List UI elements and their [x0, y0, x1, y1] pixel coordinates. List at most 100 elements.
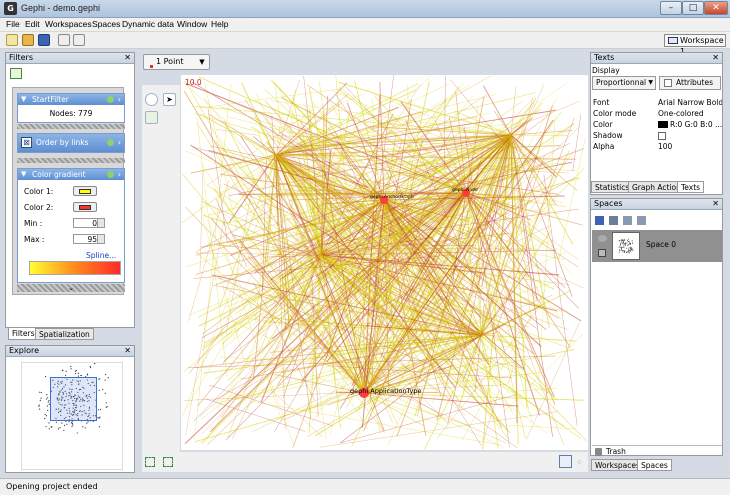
thumbnail-dot	[623, 246, 625, 248]
minimap[interactable]	[21, 362, 123, 470]
tab-workspaces[interactable]: Workspaces	[591, 459, 644, 471]
spline-link[interactable]: Spline...	[86, 251, 116, 260]
property-value[interactable]: One-colored	[658, 109, 722, 118]
graph-edge	[272, 391, 323, 438]
minimap-dot	[102, 388, 104, 391]
point-size-icon	[150, 65, 153, 68]
filter-separator	[17, 124, 125, 129]
close-icon[interactable]: ✕	[124, 346, 131, 356]
color-gradient-header[interactable]: ▼ Color gradient ›	[18, 169, 124, 180]
minimap-viewport[interactable]	[50, 377, 97, 421]
collapse-arrow-icon[interactable]: ▼	[21, 169, 26, 180]
shadow-checkbox[interactable]	[658, 132, 666, 140]
redo-icon[interactable]	[73, 34, 85, 46]
toggle-icon[interactable]	[107, 96, 114, 103]
zoom-fit-icon[interactable]	[163, 457, 173, 467]
close-icon[interactable]: ✕	[712, 53, 719, 63]
chevron-right-icon[interactable]: ›	[118, 134, 121, 152]
close-icon[interactable]: ✕	[124, 53, 131, 63]
menu-spaces[interactable]: Spaces	[92, 19, 120, 29]
graph-edge	[511, 388, 557, 392]
close-button[interactable]: ✕	[704, 1, 728, 15]
property-row[interactable]: Shadow	[592, 131, 722, 141]
property-row[interactable]: Alpha 100	[592, 142, 722, 152]
property-value[interactable]: R:0 G:0 B:0 ...	[670, 120, 722, 129]
open-folder-icon[interactable]	[22, 34, 34, 46]
workspace-button[interactable]: Workspace 1	[664, 34, 726, 56]
property-row[interactable]: Color mode One-colored	[592, 109, 722, 119]
expand-chevron-icon[interactable]: ⌄	[17, 284, 125, 292]
close-icon[interactable]: ✕	[712, 199, 719, 209]
minimap-dot	[72, 424, 74, 426]
save-icon[interactable]	[38, 34, 50, 46]
pointer-icon[interactable]: ➤	[163, 93, 176, 106]
attributes-label: Attributes	[676, 78, 714, 87]
merge-space-icon[interactable]	[623, 216, 632, 225]
property-row[interactable]: Font Arial Narrow Bold...	[592, 98, 722, 108]
layout-dots-icon[interactable]: ⁘	[576, 458, 586, 467]
split-space-icon[interactable]	[637, 216, 646, 225]
title-bar: G Gephi - demo.gephi – □ ✕	[0, 0, 730, 18]
tab-filters[interactable]: Filters	[8, 328, 39, 340]
toggle-icon[interactable]	[107, 171, 114, 178]
undo-icon[interactable]	[58, 34, 70, 46]
order-filter-header[interactable]: ⊠ Order by links ›	[18, 134, 124, 152]
duplicate-space-icon[interactable]	[609, 216, 618, 225]
drag-tool-icon[interactable]	[145, 111, 158, 124]
graph-edge	[572, 114, 582, 172]
attributes-button[interactable]: Attributes	[659, 76, 721, 90]
start-filter-card[interactable]: ▼ StartFilter › Nodes: 779	[17, 93, 125, 123]
start-filter-header[interactable]: ▼ StartFilter ›	[18, 94, 124, 105]
thumbnail-dot	[619, 240, 621, 242]
tab-statistics[interactable]: Statistics	[591, 181, 634, 193]
max-spinner[interactable]: 95	[73, 234, 105, 244]
color2-button[interactable]	[73, 202, 97, 212]
space-checkbox[interactable]	[598, 249, 606, 257]
tab-spatialization[interactable]: Spatialization	[35, 328, 94, 340]
min-spinner[interactable]: 0	[73, 218, 105, 228]
trash-area[interactable]: Trash	[592, 445, 722, 456]
eye-icon[interactable]	[598, 235, 607, 242]
color-gradient-card[interactable]: ▼ Color gradient › Color 1: Color 2: Min…	[17, 168, 125, 283]
graph-edge	[219, 175, 270, 193]
add-filter-icon[interactable]	[10, 68, 22, 79]
maximize-button[interactable]: □	[682, 1, 704, 15]
add-space-icon[interactable]	[595, 216, 604, 225]
graph-edge	[505, 424, 577, 430]
menu-workspaces[interactable]: Workspaces	[45, 19, 92, 29]
menu-help[interactable]: Help	[211, 19, 228, 29]
graph-canvas[interactable]: gephi.AnchorGraph gephi.Node gephi.Applica…	[181, 75, 588, 450]
center-graph-icon[interactable]	[145, 457, 155, 467]
color1-button[interactable]	[73, 186, 97, 196]
select-circle-icon[interactable]	[145, 93, 158, 106]
new-project-icon[interactable]	[6, 34, 18, 46]
thumbnail-dot	[619, 250, 621, 252]
property-row[interactable]: Color R:0 G:0 B:0 ...	[592, 120, 722, 130]
tab-spaces[interactable]: Spaces	[637, 459, 672, 471]
chevron-right-icon[interactable]: ›	[118, 169, 121, 180]
color1-label: Color 1:	[24, 187, 54, 196]
space-thumbnail	[612, 232, 640, 260]
collapse-arrow-icon[interactable]: ▼	[21, 94, 26, 105]
menu-window[interactable]: Window	[177, 19, 207, 29]
minimize-button[interactable]: –	[660, 1, 682, 15]
thumbnail-dot	[622, 246, 624, 248]
menu-dynamic-data[interactable]: Dynamic data	[122, 19, 174, 29]
order-filter-card[interactable]: ⊠ Order by links ›	[17, 133, 125, 153]
screenshot-icon[interactable]	[559, 455, 572, 468]
graph-edge	[379, 81, 385, 201]
chevron-down-icon[interactable]: ▼	[197, 57, 207, 67]
property-value[interactable]: 100	[658, 142, 722, 151]
menu-edit[interactable]: Edit	[25, 19, 40, 29]
menu-file[interactable]: File	[6, 19, 20, 29]
chevron-down-icon[interactable]: ▼	[648, 77, 653, 89]
tab-texts[interactable]: Texts	[677, 181, 705, 193]
chevron-right-icon[interactable]: ›	[118, 94, 121, 105]
toggle-icon[interactable]	[107, 139, 114, 146]
display-mode-select[interactable]: Proportionnal ▼	[592, 76, 656, 90]
minimap-dot	[65, 370, 67, 372]
property-value[interactable]: Arial Narrow Bold...	[658, 98, 722, 107]
space-item[interactable]: Space 0	[592, 230, 722, 262]
node-size-select[interactable]: 1 Point ▼	[143, 54, 210, 70]
color-swatch[interactable]	[658, 121, 668, 128]
